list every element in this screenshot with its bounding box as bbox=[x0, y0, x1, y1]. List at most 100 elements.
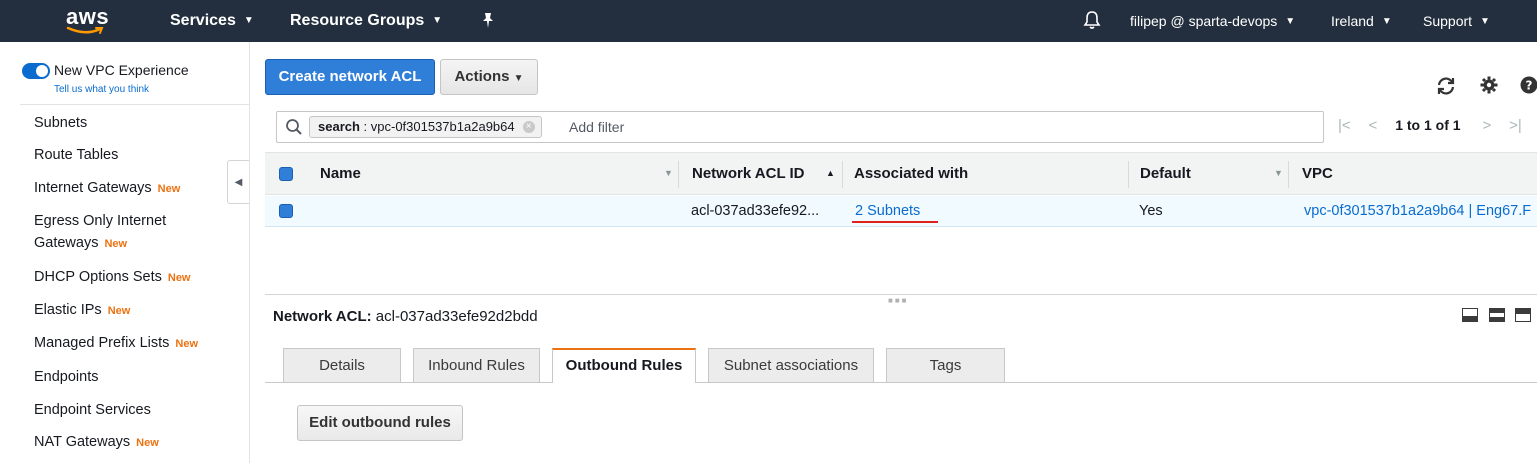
sidebar-item-label: NAT Gateways bbox=[34, 434, 131, 450]
remove-filter-icon[interactable]: × bbox=[522, 121, 535, 133]
sidebar-item-subnets[interactable]: Subnets bbox=[34, 112, 87, 134]
help-icon[interactable]: ? bbox=[1520, 76, 1537, 99]
region-label: Ireland bbox=[1331, 13, 1374, 29]
sidebar-item-endpoint-services[interactable]: Endpoint Services bbox=[34, 399, 151, 421]
first-page-icon[interactable]: |< bbox=[1338, 117, 1351, 134]
tab-inbound-rules[interactable]: Inbound Rules bbox=[413, 348, 540, 382]
column-header-default[interactable]: Default bbox=[1140, 153, 1191, 196]
chevron-down-icon: ▼ bbox=[1285, 16, 1296, 28]
services-menu[interactable]: Services ▼ bbox=[170, 0, 254, 42]
new-badge: New bbox=[167, 272, 191, 284]
sidebar-divider bbox=[20, 104, 249, 105]
sidebar-item-route-tables[interactable]: Route Tables bbox=[34, 144, 118, 166]
top-navigation-bar: aws Services ▼ Resource Groups ▼ filipep @… bbox=[0, 0, 1537, 42]
filter-chip-value: : vpc-0f301537b1a2a9b64 bbox=[359, 119, 515, 134]
filter-chip[interactable]: search : vpc-0f301537b1a2a9b64 × bbox=[309, 116, 542, 138]
new-badge: New bbox=[136, 437, 159, 449]
row-checkbox[interactable] bbox=[279, 204, 293, 218]
sidebar-item-dhcp-options-sets[interactable]: DHCP Options Sets New bbox=[34, 266, 191, 289]
gear-icon[interactable] bbox=[1480, 76, 1498, 99]
detail-title-value: acl-037ad33efe92d2bdd bbox=[375, 308, 538, 325]
sidebar: New VPC Experience Tell us what you thin… bbox=[0, 42, 250, 463]
search-icon bbox=[285, 118, 303, 141]
layout-bottom-icon[interactable] bbox=[1462, 308, 1478, 322]
column-header-vpc[interactable]: VPC bbox=[1302, 153, 1333, 196]
refresh-icon[interactable] bbox=[1435, 76, 1457, 101]
resize-handle-icon[interactable]: ■■■ bbox=[888, 296, 909, 305]
account-menu[interactable]: filipep @ sparta-devops ▼ bbox=[1130, 0, 1295, 42]
actions-dropdown-button[interactable]: Actions ▼ bbox=[440, 59, 538, 95]
aws-smile-icon bbox=[66, 26, 104, 34]
table-header: Name ▼ Network ACL ID ▲ Associated with … bbox=[265, 152, 1537, 195]
column-header-network-acl-id[interactable]: Network ACL ID bbox=[692, 153, 805, 196]
account-label: filipep @ sparta-devops bbox=[1130, 13, 1278, 29]
cell-vpc-link[interactable]: vpc-0f301537b1a2a9b64 | Eng67.F bbox=[1304, 196, 1531, 227]
previous-page-icon[interactable]: < bbox=[1369, 117, 1378, 134]
filter-chip-key: search bbox=[318, 119, 360, 134]
column-header-associated-with[interactable]: Associated with bbox=[854, 153, 968, 196]
sidebar-item-label: Endpoint Services bbox=[34, 402, 151, 418]
sidebar-item-label: Elastic IPs bbox=[34, 302, 102, 318]
sort-caret-icon[interactable]: ▼ bbox=[664, 153, 673, 196]
sort-ascending-icon[interactable]: ▲ bbox=[826, 153, 835, 196]
chevron-down-icon: ▼ bbox=[1480, 16, 1490, 28]
sidebar-item-managed-prefix-lists[interactable]: Managed Prefix Lists New bbox=[34, 332, 198, 355]
support-label: Support bbox=[1423, 13, 1473, 29]
sidebar-item-egress-only-internet-gateways[interactable]: Egress Only Internet Gateways New bbox=[34, 210, 166, 255]
tab-subnet-associations[interactable]: Subnet associations bbox=[708, 348, 874, 382]
toggle-label: New VPC Experience bbox=[54, 62, 189, 78]
sidebar-item-label: Endpoints bbox=[34, 369, 99, 385]
annotation-underline bbox=[852, 221, 938, 223]
pagination: |< < 1 to 1 of 1 > >| bbox=[1338, 117, 1522, 134]
last-page-icon[interactable]: >| bbox=[1509, 117, 1522, 134]
add-filter-input[interactable]: Add filter bbox=[569, 119, 624, 135]
sidebar-item-label: Subnets bbox=[34, 115, 88, 131]
chevron-down-icon: ▼ bbox=[1381, 16, 1392, 28]
table-row[interactable]: acl-037ad33efe92... 2 Subnets Yes vpc-0f… bbox=[265, 196, 1537, 227]
sidebar-item-label: Internet Gateways bbox=[34, 180, 152, 196]
sort-caret-icon[interactable]: ▼ bbox=[1274, 153, 1283, 196]
aws-logo[interactable]: aws bbox=[64, 4, 114, 36]
column-header-name[interactable]: Name bbox=[320, 153, 361, 196]
new-badge: New bbox=[157, 183, 181, 195]
collapse-sidebar-handle[interactable]: ◀ bbox=[227, 160, 249, 204]
layout-top-icon[interactable] bbox=[1515, 308, 1531, 322]
sidebar-item-nat-gateways[interactable]: NAT Gateways New bbox=[34, 431, 159, 454]
sidebar-item-label: Route Tables bbox=[34, 147, 119, 163]
new-vpc-experience-toggle[interactable] bbox=[22, 63, 50, 79]
cell-default: Yes bbox=[1139, 203, 1163, 219]
layout-split-icon[interactable] bbox=[1489, 308, 1505, 322]
sidebar-item-label: Egress Only Internet bbox=[34, 213, 167, 229]
next-page-icon[interactable]: > bbox=[1482, 117, 1491, 134]
select-all-checkbox[interactable] bbox=[279, 167, 293, 181]
pagination-label: 1 to 1 of 1 bbox=[1395, 117, 1461, 133]
sidebar-item-endpoints[interactable]: Endpoints bbox=[34, 366, 99, 388]
svg-text:?: ? bbox=[1526, 79, 1533, 93]
create-network-acl-button[interactable]: Create network ACL bbox=[265, 59, 435, 95]
services-label: Services bbox=[170, 12, 236, 30]
resource-groups-label: Resource Groups bbox=[290, 12, 425, 30]
sidebar-item-elastic-ips[interactable]: Elastic IPs New bbox=[34, 299, 130, 322]
edit-outbound-rules-button[interactable]: Edit outbound rules bbox=[297, 405, 463, 441]
new-badge: New bbox=[175, 338, 199, 350]
detail-title-label: Network ACL: bbox=[273, 308, 372, 325]
feedback-link[interactable]: Tell us what you think bbox=[54, 84, 149, 95]
notifications-bell-icon[interactable] bbox=[1083, 10, 1101, 35]
tab-tags[interactable]: Tags bbox=[886, 348, 1005, 382]
pane-split-divider[interactable] bbox=[265, 294, 1537, 295]
pin-icon[interactable] bbox=[480, 12, 496, 35]
cell-network-acl-id: acl-037ad33efe92... bbox=[691, 203, 820, 219]
sidebar-item-label: DHCP Options Sets bbox=[34, 269, 162, 285]
detail-title: Network ACL: acl-037ad33efe92d2bdd bbox=[273, 308, 538, 325]
column-divider bbox=[678, 161, 679, 188]
region-menu[interactable]: Ireland ▼ bbox=[1331, 0, 1392, 42]
support-menu[interactable]: Support ▼ bbox=[1423, 0, 1490, 42]
tab-outbound-rules[interactable]: Outbound Rules bbox=[552, 348, 696, 383]
filter-search-bar[interactable]: search : vpc-0f301537b1a2a9b64 × Add fil… bbox=[276, 111, 1324, 143]
resource-groups-menu[interactable]: Resource Groups ▼ bbox=[290, 0, 442, 42]
actions-label: Actions bbox=[454, 68, 510, 85]
sidebar-item-label: Managed Prefix Lists bbox=[34, 335, 170, 351]
tab-details[interactable]: Details bbox=[283, 348, 401, 382]
sidebar-item-internet-gateways[interactable]: Internet Gateways New bbox=[34, 177, 180, 200]
chevron-left-icon: ◀ bbox=[234, 177, 243, 188]
